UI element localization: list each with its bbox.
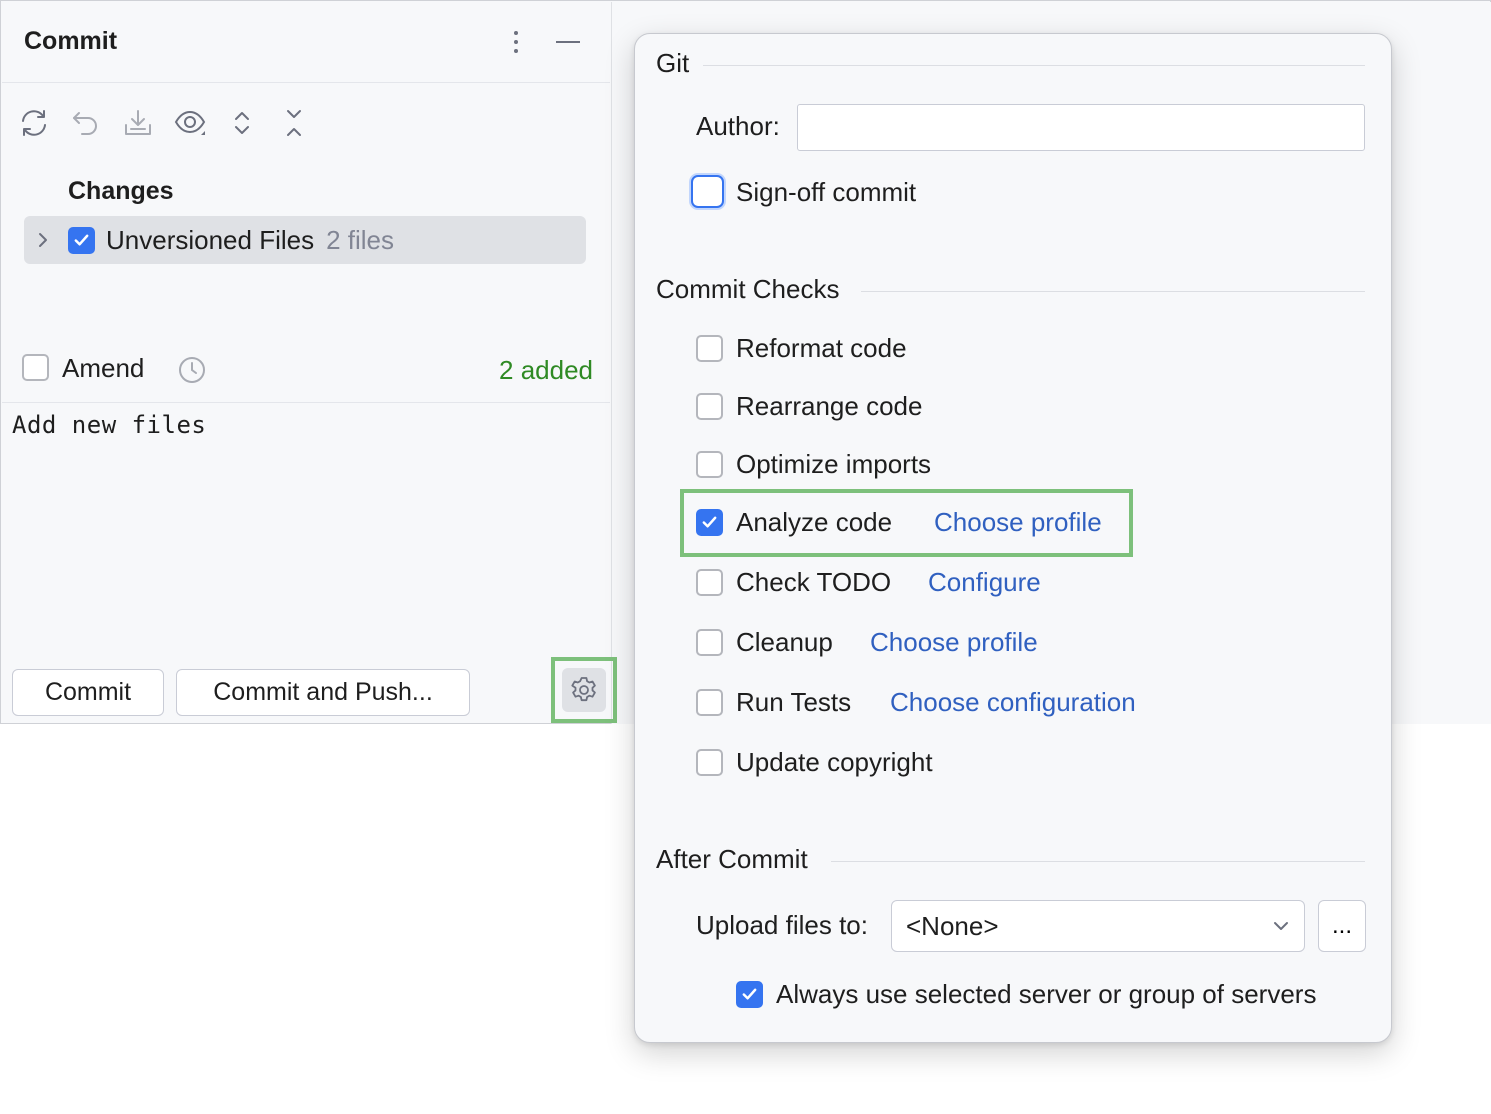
git-group-title: Git	[656, 48, 690, 78]
minimize-icon[interactable]	[553, 27, 583, 57]
commit-checks-group-title: Commit Checks	[656, 274, 840, 304]
sign-off-checkbox[interactable]	[691, 175, 724, 208]
after-commit-group-title: After Commit	[656, 844, 808, 874]
update-copyright-checkbox[interactable]	[696, 749, 723, 776]
tree-row-unversioned-files[interactable]: Unversioned Files 2 files	[24, 216, 586, 264]
file-count: 2 files	[326, 225, 395, 255]
run-tests-label: Run Tests	[736, 687, 852, 717]
check-todo-label: Check TODO	[736, 567, 892, 597]
analyze-code-choose-profile-link[interactable]: Choose profile	[934, 507, 1102, 538]
author-label: Author:	[696, 111, 780, 141]
tool-window-title: Commit	[24, 27, 118, 55]
check-todo-configure-link[interactable]: Configure	[928, 567, 1041, 598]
rearrange-code-checkbox[interactable]	[696, 393, 723, 420]
analyze-code-checkbox[interactable]	[696, 509, 723, 536]
commit-options-popup: Git Author: Sign-off commit Commit Check…	[634, 33, 1392, 1043]
chevron-down-icon	[1274, 922, 1288, 930]
commit-checks-divider	[861, 291, 1365, 292]
always-use-server-checkbox[interactable]	[736, 981, 763, 1008]
upload-server-value: <None>	[906, 910, 999, 941]
commit-and-push-button[interactable]: Commit and Push...	[176, 669, 470, 716]
amend-checkbox[interactable]	[22, 354, 49, 381]
rearrange-code-label: Rearrange code	[736, 391, 923, 421]
collapse-all-icon[interactable]	[276, 105, 312, 141]
more-options-icon[interactable]	[501, 27, 531, 57]
header-divider	[2, 82, 610, 83]
tree-row-label: Unversioned Files 2 files	[106, 225, 394, 256]
cleanup-label: Cleanup	[736, 627, 833, 657]
analyze-code-label: Analyze code	[736, 507, 893, 537]
author-input[interactable]	[797, 104, 1365, 151]
changes-group-label: Changes	[68, 177, 174, 205]
unversioned-files-checkbox[interactable]	[68, 227, 95, 254]
commit-message-text[interactable]: Add new files	[12, 411, 206, 439]
upload-server-select[interactable]: <None>	[891, 900, 1305, 952]
reformat-code-checkbox[interactable]	[696, 335, 723, 362]
shelve-icon[interactable]	[120, 105, 156, 141]
amend-label: Amend	[62, 353, 145, 383]
rollback-icon[interactable]	[68, 105, 104, 141]
reformat-code-label: Reformat code	[736, 333, 907, 363]
optimize-imports-label: Optimize imports	[736, 449, 932, 479]
always-use-server-label: Always use selected server or group of s…	[776, 979, 1317, 1009]
show-diff-icon[interactable]	[172, 105, 208, 141]
commit-button[interactable]: Commit	[12, 669, 164, 716]
refresh-icon[interactable]	[16, 105, 52, 141]
added-status: 2 added	[499, 355, 593, 385]
cleanup-checkbox[interactable]	[696, 629, 723, 656]
unversioned-files-label: Unversioned Files	[106, 225, 315, 255]
sign-off-label: Sign-off commit	[736, 177, 917, 207]
run-tests-checkbox[interactable]	[696, 689, 723, 716]
update-copyright-label: Update copyright	[736, 747, 933, 777]
after-commit-divider	[831, 861, 1365, 862]
commit-message-editor[interactable]	[2, 403, 610, 653]
configure-servers-button[interactable]: ...	[1318, 900, 1366, 952]
optimize-imports-checkbox[interactable]	[696, 451, 723, 478]
check-todo-checkbox[interactable]	[696, 569, 723, 596]
chevron-right-icon[interactable]	[32, 228, 54, 252]
cleanup-choose-profile-link[interactable]: Choose profile	[870, 627, 1038, 658]
git-group-divider	[703, 65, 1365, 66]
run-tests-choose-configuration-link[interactable]: Choose configuration	[890, 687, 1136, 718]
commit-options-button[interactable]	[562, 668, 606, 712]
clock-icon[interactable]	[176, 354, 208, 386]
expand-all-icon[interactable]	[224, 105, 260, 141]
gear-icon	[571, 677, 596, 702]
upload-files-label: Upload files to:	[696, 910, 868, 940]
